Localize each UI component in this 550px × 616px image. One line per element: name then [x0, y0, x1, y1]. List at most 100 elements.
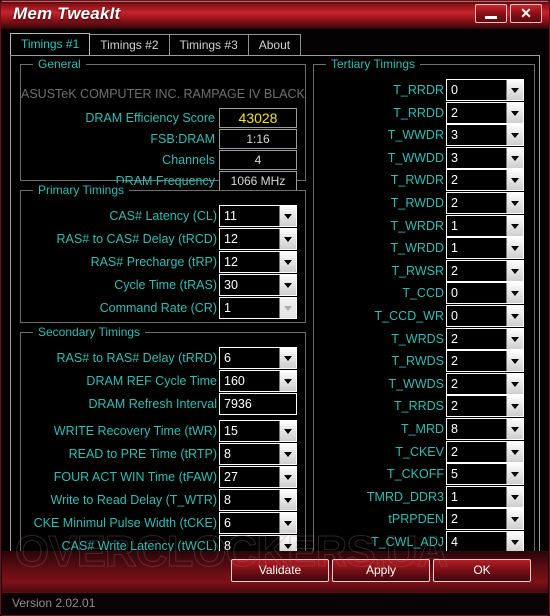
chevron-down-icon[interactable] — [506, 80, 523, 100]
chevron-down-icon[interactable] — [279, 490, 296, 510]
combo-t-mrd[interactable]: 8 — [446, 418, 524, 440]
chevron-down-icon[interactable] — [279, 275, 296, 295]
chevron-down-icon[interactable] — [506, 419, 523, 439]
status-bar: Version 2.02.01 — [2, 592, 548, 614]
chevron-down-icon[interactable] — [506, 532, 523, 552]
combo-t-rrdr-value: 0 — [451, 83, 458, 97]
label-cas-latency: CAS# Latency (CL) — [109, 209, 217, 223]
chevron-down-icon[interactable] — [506, 238, 523, 259]
combo-tmrd-ddr3[interactable]: 1 — [446, 485, 524, 508]
label-command-rate: Command Rate (CR) — [99, 301, 217, 315]
chevron-down-icon[interactable] — [506, 396, 523, 417]
combo-write-to-read-delay[interactable]: 8 — [219, 489, 297, 511]
combo-t-rrdr[interactable]: 0 — [446, 79, 524, 101]
general-panel: General ASUSTeK COMPUTER INC. RAMPAGE IV… — [20, 57, 306, 191]
combo-t-wwdr-value: 3 — [451, 128, 458, 143]
chevron-down-icon[interactable] — [506, 373, 523, 394]
label-four-act-win-time: FOUR ACT WIN Time (tFAW) — [53, 470, 217, 484]
combo-tprpden-value: 2 — [451, 512, 458, 527]
combo-t-ckoff[interactable]: 5 — [446, 463, 524, 486]
chevron-down-icon[interactable] — [506, 283, 523, 304]
chevron-down-icon[interactable] — [506, 464, 523, 485]
combo-cke-minimul-pulse-width[interactable]: 6 — [219, 512, 297, 534]
chevron-down-icon[interactable] — [506, 441, 523, 462]
tertiary-timings-panel: Tertiary Timings T_RRDR 0 T_RRDD 2 T_WWDR 3 T_… — [313, 57, 535, 556]
chevron-down-icon[interactable] — [506, 102, 523, 123]
chevron-down-icon[interactable] — [506, 170, 523, 191]
chevron-down-icon[interactable] — [506, 486, 523, 507]
combo-t-wwds[interactable]: 2 — [446, 372, 524, 395]
combo-t-rwds-value: 2 — [451, 354, 458, 369]
label-tprpden: tPRPDEN — [388, 512, 444, 527]
combo-t-wrdd[interactable]: 1 — [446, 237, 524, 260]
apply-button[interactable]: Apply — [332, 559, 430, 582]
ok-button[interactable]: OK — [433, 559, 531, 582]
title-bar: Mem TweakIt ✕ — [1, 1, 549, 29]
chevron-down-icon — [279, 298, 296, 318]
combo-tprpden[interactable]: 2 — [446, 508, 524, 531]
combo-ras-precharge[interactable]: 12 — [219, 251, 297, 273]
close-button[interactable]: ✕ — [510, 4, 542, 23]
tab-timings-2[interactable]: Timings #2 — [89, 34, 170, 55]
combo-t-rwsr[interactable]: 2 — [446, 259, 524, 282]
combo-command-rate-value: 1 — [224, 301, 231, 315]
chevron-down-icon[interactable] — [506, 351, 523, 372]
chevron-down-icon[interactable] — [506, 328, 523, 349]
label-t-wwds: T_WWDS — [388, 376, 444, 391]
combo-four-act-win-time[interactable]: 27 — [219, 466, 297, 488]
chevron-down-icon[interactable] — [279, 229, 296, 249]
combo-read-to-pre-time[interactable]: 8 — [219, 443, 297, 465]
combo-t-cwl-adj[interactable]: 4 — [446, 531, 524, 553]
combo-t-rrdd[interactable]: 2 — [446, 101, 524, 124]
chevron-down-icon[interactable] — [279, 348, 296, 368]
chevron-down-icon[interactable] — [506, 147, 523, 168]
combo-t-rwdd[interactable]: 2 — [446, 192, 524, 214]
combo-ras-to-cas-delay[interactable]: 12 — [219, 228, 297, 250]
chevron-down-icon[interactable] — [506, 125, 523, 146]
combo-cas-latency[interactable]: 11 — [219, 205, 297, 227]
chevron-down-icon[interactable] — [506, 193, 523, 213]
primary-timings-panel-title: Primary Timings — [33, 183, 130, 197]
combo-t-rwds[interactable]: 2 — [446, 350, 524, 373]
tab-about[interactable]: About — [247, 34, 302, 55]
combo-t-ckev[interactable]: 2 — [446, 440, 524, 463]
combo-t-cwl-adj-value: 4 — [451, 535, 458, 549]
chevron-down-icon[interactable] — [279, 444, 296, 464]
tab-timings-3[interactable]: Timings #3 — [168, 34, 249, 55]
combo-write-recovery-time[interactable]: 15 — [219, 420, 297, 442]
chevron-down-icon[interactable] — [279, 513, 296, 533]
combo-dram-ref-cycle-time[interactable]: 160 — [219, 370, 297, 392]
tab-timings-1[interactable]: Timings #1 — [10, 33, 91, 55]
combo-t-rwdr[interactable]: 2 — [446, 169, 524, 192]
chevron-down-icon[interactable] — [279, 371, 296, 391]
chevron-down-icon[interactable] — [279, 252, 296, 272]
label-t-rrds: T_RRDS — [393, 399, 444, 414]
combo-ras-to-ras-delay[interactable]: 6 — [219, 347, 297, 369]
combo-cycle-time[interactable]: 30 — [219, 274, 297, 296]
combo-t-ccd[interactable]: 0 — [446, 282, 524, 305]
chevron-down-icon[interactable] — [506, 509, 523, 530]
tertiary-timings-panel-title: Tertiary Timings — [326, 57, 421, 71]
value-dram-frequency: 1066 MHz — [219, 171, 297, 191]
combo-t-wrds[interactable]: 2 — [446, 327, 524, 350]
input-dram-refresh-interval[interactable]: 7936 — [219, 393, 297, 415]
combo-t-ccd-wr[interactable]: 0 — [446, 305, 524, 327]
label-read-to-pre-time: READ to PRE Time (tRTP) — [68, 447, 217, 461]
combo-t-rwdr-value: 2 — [451, 173, 458, 188]
chevron-down-icon[interactable] — [506, 260, 523, 281]
chevron-down-icon[interactable] — [506, 215, 523, 236]
chevron-down-icon[interactable] — [506, 306, 523, 326]
validate-button[interactable]: Validate — [231, 559, 329, 582]
combo-t-wrdr[interactable]: 1 — [446, 214, 524, 237]
combo-t-rrds[interactable]: 2 — [446, 395, 524, 418]
combo-command-rate[interactable]: 1 — [219, 297, 297, 319]
combo-t-wwdr[interactable]: 3 — [446, 124, 524, 147]
chevron-down-icon[interactable] — [279, 206, 296, 226]
combo-t-wwdd[interactable]: 3 — [446, 146, 524, 169]
combo-write-to-read-delay-value: 8 — [224, 493, 231, 507]
minimize-button[interactable] — [475, 4, 507, 23]
chevron-down-icon[interactable] — [279, 421, 296, 441]
chevron-down-icon[interactable] — [279, 467, 296, 487]
label-fsb-dram: FSB:DRAM — [150, 132, 215, 146]
label-t-mrd: T_MRD — [400, 422, 444, 436]
